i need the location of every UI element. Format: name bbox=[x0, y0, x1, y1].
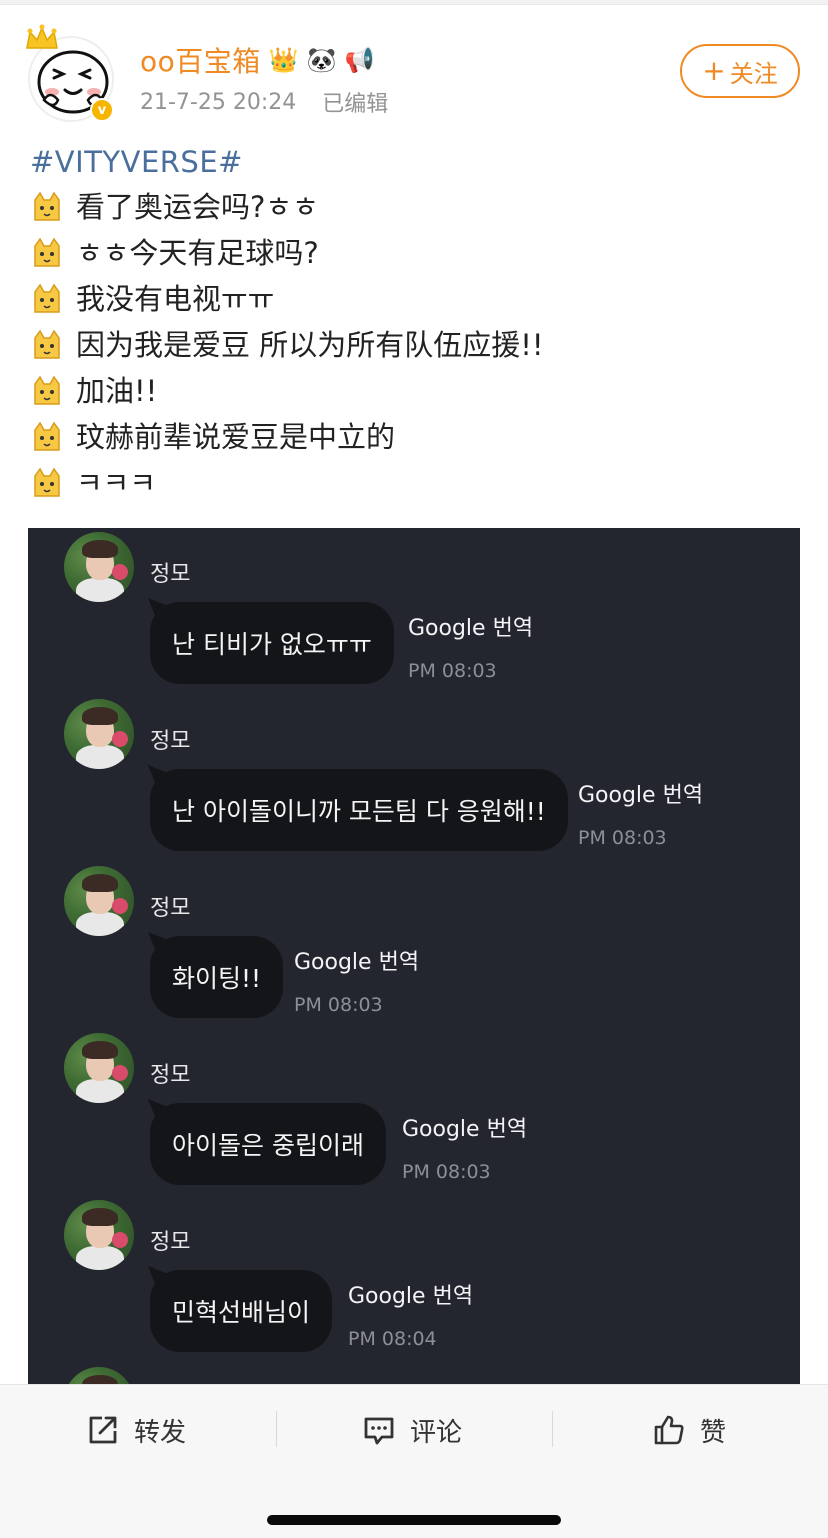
verified-icon: v bbox=[90, 98, 114, 122]
repost-button[interactable]: 转发 bbox=[86, 1405, 186, 1455]
message-bubble: 아이돌은 중립이래 bbox=[150, 1103, 386, 1185]
follow-label: 关注 bbox=[729, 59, 778, 88]
like-icon bbox=[654, 1415, 684, 1445]
post-timestamp: 21-7-25 20:24 bbox=[140, 89, 297, 115]
repost-icon bbox=[89, 1416, 117, 1444]
sender-avatar bbox=[64, 1367, 134, 1384]
post-line: 因为我是爱豆 所以为所有队伍应援!! bbox=[30, 322, 800, 368]
post-line-text: 因为我是爱豆 所以为所有队伍应援!! bbox=[76, 328, 544, 362]
author-avatar[interactable]: v bbox=[24, 24, 120, 122]
chat-message: 정모 민혁선배님이 Google 번역 PM 08:04 bbox=[28, 1198, 800, 1365]
cat-emoji-icon bbox=[34, 375, 60, 405]
chat-message: 정모 아이돌은 중립이래 Google 번역 PM 08:03 bbox=[28, 1031, 800, 1198]
cat-emoji-icon bbox=[34, 467, 60, 497]
hashtag-link[interactable]: #VITYVERSE# bbox=[30, 140, 800, 184]
translate-label: Google 번역 bbox=[408, 616, 534, 641]
translate-label: Google 번역 bbox=[578, 783, 704, 808]
message-bubble: 난 아이돌이니까 모든팀 다 응원해!! bbox=[150, 769, 568, 851]
cat-emoji-icon bbox=[34, 329, 60, 359]
follow-button[interactable]: + 关注 bbox=[680, 44, 800, 98]
top-border bbox=[0, 0, 828, 5]
sender-avatar bbox=[64, 1200, 134, 1270]
action-bar: 转发 评论 赞 bbox=[0, 1384, 828, 1538]
post-line: 加油!! bbox=[30, 368, 800, 414]
message-bubble: 난 티비가 없오ㅠㅠ bbox=[150, 602, 394, 684]
message-bubble: 화이팅!! bbox=[150, 936, 284, 1018]
username-row: oo百宝箱 👑 🐼 📢 bbox=[140, 40, 374, 80]
sender-name: 정모 bbox=[150, 1063, 191, 1088]
like-label: 赞 bbox=[700, 1417, 727, 1448]
message-time: PM 08:04 bbox=[348, 1328, 437, 1350]
sender-avatar bbox=[64, 866, 134, 936]
post-line-text: 玟赫前辈说爱豆是中立的 bbox=[76, 420, 396, 454]
divider bbox=[276, 1411, 277, 1447]
translate-label: Google 번역 bbox=[348, 1284, 474, 1309]
message-time: PM 08:03 bbox=[408, 660, 497, 682]
comment-icon bbox=[364, 1417, 394, 1445]
chat-message: 정모 화이팅!! Google 번역 PM 08:03 bbox=[28, 864, 800, 1031]
sender-name: 정모 bbox=[150, 1230, 191, 1255]
message-bubble: 민혁선배님이 bbox=[150, 1270, 333, 1352]
divider bbox=[552, 1411, 553, 1447]
post-line: ㅋㅋㅋ bbox=[30, 460, 800, 506]
translate-label: Google 번역 bbox=[402, 1117, 528, 1142]
sender-avatar bbox=[64, 532, 134, 602]
message-time: PM 08:03 bbox=[294, 994, 383, 1016]
panda-badge-icon: 🐼 bbox=[306, 46, 337, 74]
cat-emoji-icon bbox=[34, 283, 60, 313]
comment-label: 评论 bbox=[410, 1417, 463, 1448]
post-image[interactable]: 정모 난 티비가 없오ㅠㅠ Google 번역 PM 08:03 정모 난 아이… bbox=[28, 528, 800, 1384]
translate-label: Google 번역 bbox=[294, 950, 420, 975]
chat-message: 정모 난 티비가 없오ㅠㅠ Google 번역 PM 08:03 bbox=[28, 530, 800, 697]
post-line: 看了奥运会吗?ㅎㅎ bbox=[30, 184, 800, 230]
cat-emoji-icon bbox=[34, 421, 60, 451]
chat-message-partial bbox=[28, 1365, 800, 1384]
crown-badge-icon: 👑 bbox=[268, 46, 299, 74]
sender-name: 정모 bbox=[150, 562, 191, 587]
chat-message: 정모 난 아이돌이니까 모든팀 다 응원해!! Google 번역 PM 08:… bbox=[28, 697, 800, 864]
like-button[interactable]: 赞 bbox=[652, 1405, 726, 1455]
post-line: ㅎㅎ今天有足球吗? bbox=[30, 230, 800, 276]
post-line: 玟赫前辈说爱豆是中立的 bbox=[30, 414, 800, 460]
home-indicator[interactable] bbox=[267, 1515, 561, 1525]
repost-label: 转发 bbox=[134, 1417, 187, 1448]
post-line-text: ㅎㅎ今天有足球吗? bbox=[76, 236, 319, 270]
cat-emoji-icon bbox=[34, 237, 60, 267]
megaphone-badge-icon: 📢 bbox=[344, 46, 375, 74]
post-line: 我没有电视ㅠㅠ bbox=[30, 276, 800, 322]
sender-avatar bbox=[64, 1033, 134, 1103]
post-line-text: ㅋㅋㅋ bbox=[76, 466, 157, 500]
comment-button[interactable]: 评论 bbox=[362, 1405, 462, 1455]
post-meta: 21-7-25 20:24 已编辑 bbox=[140, 86, 388, 118]
sender-name: 정모 bbox=[150, 896, 191, 921]
post-line-text: 加油!! bbox=[76, 374, 158, 408]
sender-avatar bbox=[64, 699, 134, 769]
post-line-text: 看了奥运会吗?ㅎㅎ bbox=[76, 190, 319, 224]
edited-label: 已编辑 bbox=[322, 92, 389, 117]
plus-icon: + bbox=[702, 54, 726, 87]
crown-icon bbox=[26, 24, 58, 49]
username[interactable]: oo百宝箱 bbox=[140, 40, 261, 80]
sender-name: 정모 bbox=[150, 729, 191, 754]
message-time: PM 08:03 bbox=[402, 1161, 491, 1183]
post-body: #VITYVERSE# 看了奥运会吗?ㅎㅎ ㅎㅎ今天有足球吗? 我没有电视ㅠㅠ … bbox=[30, 140, 800, 506]
post-header: v oo百宝箱 👑 🐼 📢 21-7-25 20:24 已编辑 + 关注 bbox=[0, 18, 828, 128]
cat-emoji-icon bbox=[34, 191, 60, 221]
message-time: PM 08:03 bbox=[578, 827, 667, 849]
post-line-text: 我没有电视ㅠㅠ bbox=[76, 282, 275, 316]
